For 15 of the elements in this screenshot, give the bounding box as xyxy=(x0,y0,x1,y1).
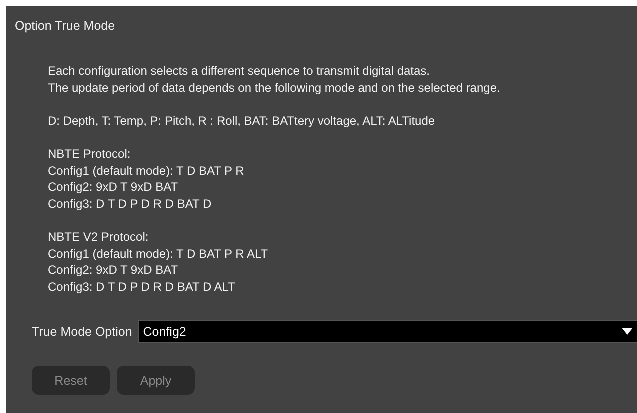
config-text: Config1 (default mode): T D BAT P R ALT xyxy=(48,246,268,262)
protocol-title: NBTE V2 Protocol: xyxy=(48,228,149,246)
description-text: Each configuration selects a different sequence to transmit digital datas. xyxy=(48,63,430,80)
protocol-title: NBTE Protocol: xyxy=(48,146,131,163)
config-text: Config2: 9xD T 9xD BAT xyxy=(48,262,178,279)
config-text: Config1 (default mode): T D BAT P R xyxy=(48,162,244,180)
option-label: True Mode Option xyxy=(32,324,132,339)
config-text: Config3: D T D P D R D BAT D ALT xyxy=(48,278,236,296)
caret-icon xyxy=(622,328,633,336)
legend-text: D: Depth, T: Temp, P: Pitch, R : Roll, BAT: BATtery voltage, ALT: ALTitude xyxy=(48,112,436,130)
panel-title: Option True Mode xyxy=(14,18,116,34)
config-text: Config2: 9xD T 9xD BAT xyxy=(48,179,178,196)
description-text: The update period of data depends on the following mode and on the selected range. xyxy=(48,80,500,96)
config-text: Config3: D T D P D R D BAT D xyxy=(48,196,212,212)
mode-dropdown[interactable]: Config2 xyxy=(138,320,637,344)
